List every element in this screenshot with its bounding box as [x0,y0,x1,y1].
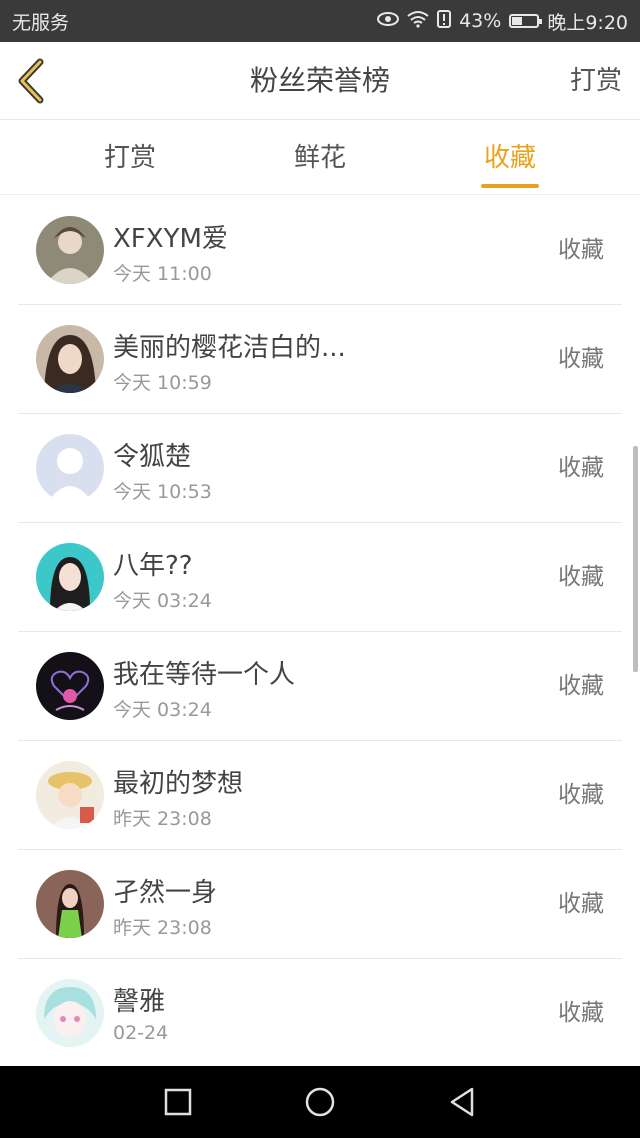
fan-name: 我在等待一个人 [113,660,296,690]
list-item[interactable]: 我在等待一个人 今天 03:24 收藏 [18,632,622,741]
fan-name: 令狐楚 [113,442,192,472]
avatar [36,761,104,829]
fan-time: 昨天 23:08 [113,917,212,939]
fan-time: 今天 10:59 [113,372,212,394]
fan-time: 今天 03:24 [113,590,212,612]
favorite-label: 收藏 [558,237,604,263]
avatar [36,652,104,720]
header: 粉丝荣誉榜 打赏 [0,42,640,120]
back-icon[interactable] [444,1084,480,1120]
status-icons: 43% 晚上9:20 [377,8,628,35]
favorite-label: 收藏 [558,1000,604,1026]
scrollbar[interactable] [633,446,638,672]
fan-time: 今天 11:00 [113,263,212,285]
list-item[interactable]: 最初的梦想 昨天 23:08 收藏 [18,741,622,850]
clock: 晚上9:20 [547,11,628,34]
tab-bar: 打赏 鲜花 收藏 [0,121,640,195]
list-item[interactable]: 美丽的樱花洁白的... 今天 10:59 收藏 [18,305,622,414]
favorite-label: 收藏 [558,564,604,590]
avatar [36,543,104,611]
wifi-icon [407,10,429,33]
fan-time: 02-24 [113,1022,169,1044]
battery-percent: 43% [459,10,502,32]
list-item[interactable]: 八年?? 今天 03:24 收藏 [18,523,622,632]
avatar [36,216,104,284]
eye-icon [377,10,400,32]
battery-fill [512,17,523,25]
system-nav-bar [0,1066,640,1138]
home-icon[interactable] [302,1084,338,1120]
list-item[interactable]: 令狐楚 今天 10:53 收藏 [18,414,622,523]
default-avatar [36,434,104,502]
fan-name: 八年?? [113,551,193,581]
status-bar: 无服务 43% 晚上9:20 [0,0,640,42]
fan-name: 謦雅 [113,987,166,1017]
avatar [36,325,104,393]
tab-reward[interactable]: 打赏 [70,121,190,195]
alert-icon [437,9,452,33]
carrier-label: 无服务 [12,11,70,34]
favorite-label: 收藏 [558,891,604,917]
avatar [36,870,104,938]
favorite-label: 收藏 [558,455,604,481]
fan-name: 孑然一身 [113,878,218,908]
fan-name: 最初的梦想 [113,769,244,799]
battery-icon [509,14,543,28]
fan-name: 美丽的樱花洁白的... [113,333,346,363]
favorite-label: 收藏 [558,346,604,372]
favorite-label: 收藏 [558,673,604,699]
tab-flowers[interactable]: 鲜花 [260,121,380,195]
list-item[interactable]: 孑然一身 昨天 23:08 收藏 [18,850,622,959]
fan-time: 今天 03:24 [113,699,212,721]
page-title: 粉丝荣誉榜 [249,64,390,97]
avatar [36,979,104,1047]
tab-active-indicator [481,184,539,188]
list-item[interactable]: XFXYM爱 今天 11:00 收藏 [18,196,622,305]
fan-list: XFXYM爱 今天 11:00 收藏 美丽的樱花洁白的... 今天 10:59 … [0,196,640,1068]
favorite-label: 收藏 [558,782,604,808]
fan-time: 昨天 23:08 [113,808,212,830]
fan-time: 今天 10:53 [113,481,212,503]
recent-apps-icon[interactable] [160,1084,196,1120]
list-item[interactable]: 謦雅 02-24 收藏 [18,959,622,1068]
fan-name: XFXYM爱 [113,224,228,254]
reward-button[interactable]: 打赏 [570,42,622,120]
